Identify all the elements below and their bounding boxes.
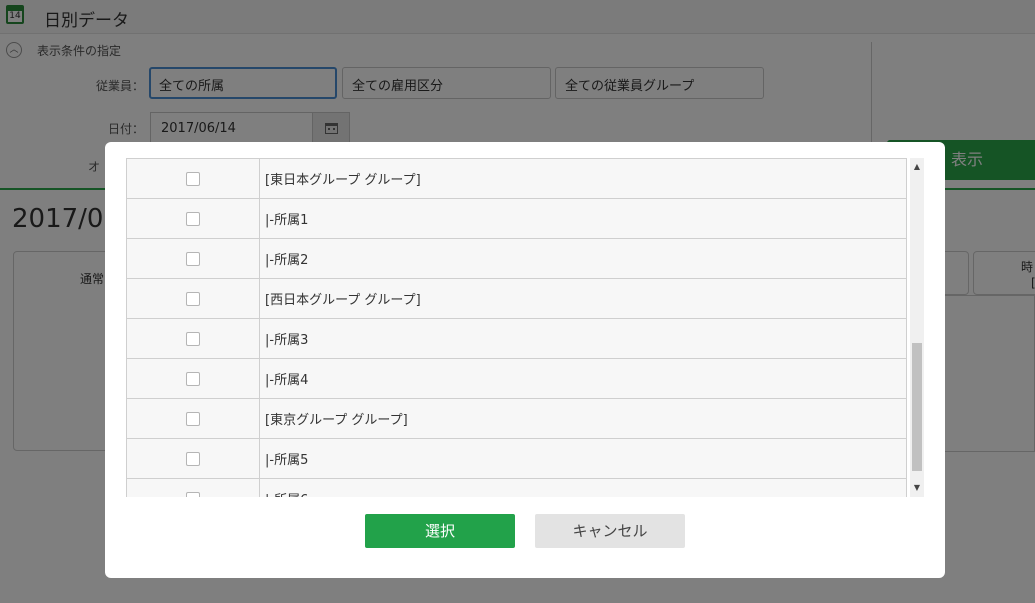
row-checkbox[interactable]: [186, 491, 200, 497]
select-button[interactable]: 選択: [365, 514, 515, 548]
row-checkbox[interactable]: [186, 411, 200, 426]
list-item[interactable]: |-所属1: [126, 198, 907, 239]
checkbox-cell: [126, 438, 260, 479]
row-checkbox[interactable]: [186, 371, 200, 386]
row-checkbox[interactable]: [186, 251, 200, 266]
checkbox-cell: [126, 358, 260, 399]
list-item[interactable]: |-所属6: [126, 478, 907, 497]
affiliation-name: |-所属4: [259, 358, 907, 399]
affiliation-list: [東日本グループ グループ] |-所属1 |-所属2 [西日本グループ グループ] |-…: [126, 158, 924, 497]
checkbox-cell: [126, 278, 260, 319]
affiliation-select-dialog: [東日本グループ グループ] |-所属1 |-所属2 [西日本グループ グループ] |-…: [105, 142, 945, 578]
checkbox-cell: [126, 478, 260, 497]
affiliation-name: [東京グループ グループ]: [259, 398, 907, 439]
list-item[interactable]: [西日本グループ グループ]: [126, 278, 907, 319]
scrollbar-thumb[interactable]: [912, 343, 922, 471]
scroll-up-arrow-icon[interactable]: ▲: [910, 160, 924, 174]
checkbox-cell: [126, 398, 260, 439]
checkbox-cell: [126, 318, 260, 359]
checkbox-cell: [126, 238, 260, 279]
affiliation-table: [東日本グループ グループ] |-所属1 |-所属2 [西日本グループ グループ] |-…: [126, 158, 907, 497]
list-item[interactable]: |-所属2: [126, 238, 907, 279]
affiliation-name: [東日本グループ グループ]: [259, 158, 907, 199]
affiliation-name: |-所属6: [259, 478, 907, 497]
row-checkbox[interactable]: [186, 331, 200, 346]
cancel-button[interactable]: キャンセル: [535, 514, 685, 548]
list-item[interactable]: [東日本グループ グループ]: [126, 158, 907, 199]
row-checkbox[interactable]: [186, 451, 200, 466]
scroll-down-arrow-icon[interactable]: ▼: [910, 481, 924, 495]
affiliation-name: |-所属3: [259, 318, 907, 359]
list-item[interactable]: |-所属3: [126, 318, 907, 359]
row-checkbox[interactable]: [186, 211, 200, 226]
checkbox-cell: [126, 158, 260, 199]
row-checkbox[interactable]: [186, 171, 200, 186]
list-item[interactable]: [東京グループ グループ]: [126, 398, 907, 439]
list-item[interactable]: |-所属5: [126, 438, 907, 479]
affiliation-name: |-所属5: [259, 438, 907, 479]
row-checkbox[interactable]: [186, 291, 200, 306]
affiliation-name: |-所属2: [259, 238, 907, 279]
affiliation-name: [西日本グループ グループ]: [259, 278, 907, 319]
checkbox-cell: [126, 198, 260, 239]
list-item[interactable]: |-所属4: [126, 358, 907, 399]
affiliation-name: |-所属1: [259, 198, 907, 239]
scrollbar[interactable]: ▲ ▼: [910, 158, 924, 497]
